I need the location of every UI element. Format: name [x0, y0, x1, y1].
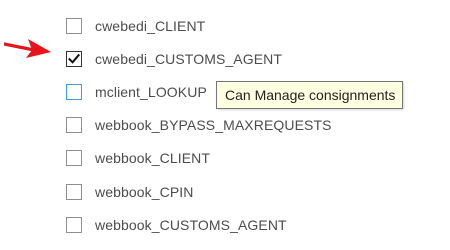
permission-checkbox[interactable] — [66, 183, 82, 200]
permission-checkbox[interactable] — [66, 83, 82, 100]
permissions-panel: cwebedi_CLIENT cwebedi_CUSTOMS_AGENT mcl… — [0, 0, 450, 250]
permission-label: webbook_BYPASS_MAXREQUESTS — [95, 117, 332, 134]
list-item[interactable]: webbook_CPIN — [66, 175, 332, 208]
permission-tooltip: Can Manage consignments — [216, 81, 404, 109]
list-item[interactable]: cwebedi_CLIENT — [66, 9, 332, 42]
permission-checkbox[interactable] — [66, 150, 82, 167]
tooltip-text: Can Manage consignments — [225, 87, 396, 103]
permission-label: cwebedi_CLIENT — [95, 17, 206, 34]
permission-checkbox[interactable] — [66, 50, 82, 67]
permission-checkbox[interactable] — [66, 117, 82, 134]
red-arrow-icon — [4, 39, 51, 58]
permission-label: webbook_CLIENT — [95, 150, 211, 167]
permission-label: webbook_CUSTOMS_AGENT — [95, 216, 287, 233]
permission-label: mclient_LOOKUP — [95, 83, 207, 100]
permission-label: webbook_CPIN — [95, 183, 194, 200]
list-item[interactable]: webbook_BYPASS_MAXREQUESTS — [66, 109, 332, 142]
list-item[interactable]: webbook_CLIENT — [66, 142, 332, 175]
checkmark-icon — [68, 53, 80, 64]
permission-checkbox[interactable] — [66, 17, 82, 34]
list-item[interactable]: webbook_CUSTOMS_AGENT — [66, 208, 332, 241]
list-item[interactable]: cwebedi_CUSTOMS_AGENT — [66, 42, 332, 75]
permission-label: cwebedi_CUSTOMS_AGENT — [95, 50, 283, 67]
permission-checkbox[interactable] — [66, 216, 82, 233]
permission-list: cwebedi_CLIENT cwebedi_CUSTOMS_AGENT mcl… — [66, 9, 332, 241]
